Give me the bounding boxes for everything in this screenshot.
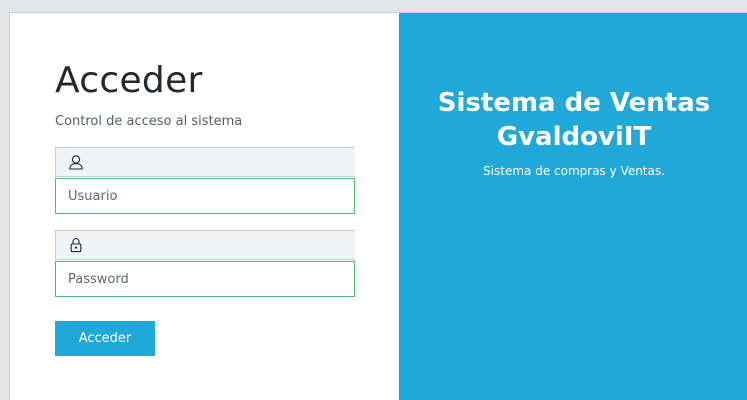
page-subtitle: Control de acceso al sistema — [55, 114, 243, 129]
brand-title: Sistema de Ventas GvaldoviIT — [400, 86, 747, 154]
login-card: Acceder Control de acceso al sistema Acc… — [10, 13, 399, 400]
brand-description: Sistema de compras y Ventas. — [483, 164, 665, 178]
brand-title-line2: GvaldoviIT — [496, 122, 652, 152]
lock-icon — [70, 238, 82, 253]
user-icon — [69, 155, 83, 170]
brand-title-line1: Sistema de Ventas — [437, 88, 711, 118]
page-title: Acceder — [55, 60, 203, 101]
login-container: Acceder Control de acceso al sistema Acc… — [9, 12, 747, 400]
username-input[interactable] — [55, 178, 355, 214]
username-addon — [55, 147, 355, 177]
login-button[interactable]: Acceder — [55, 321, 155, 356]
password-addon — [55, 230, 355, 260]
brand-panel: Sistema de Ventas GvaldoviIT Sistema de … — [399, 13, 747, 400]
password-input[interactable] — [55, 261, 355, 297]
